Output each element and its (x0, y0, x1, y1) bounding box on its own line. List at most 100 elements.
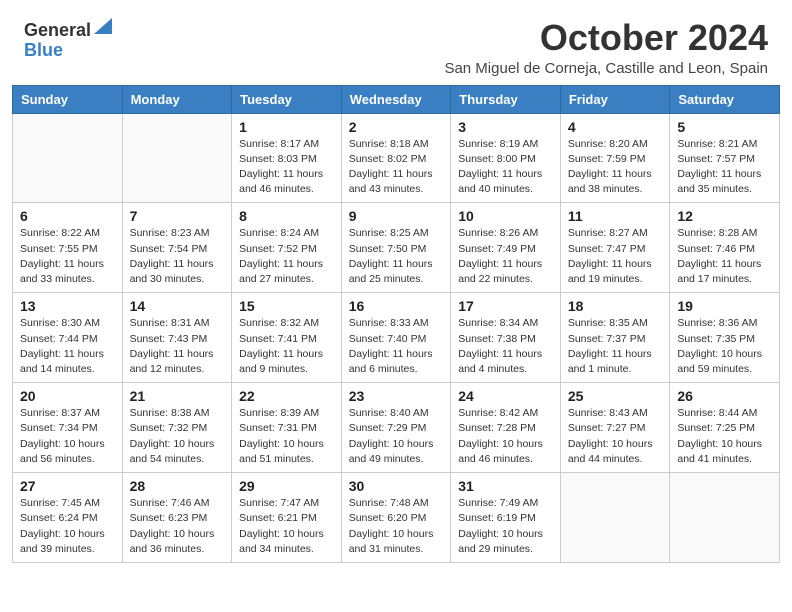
day-number: 5 (677, 119, 772, 135)
day-info: Sunrise: 8:42 AM Sunset: 7:28 PM Dayligh… (458, 406, 553, 467)
weekday-header-sunday: Sunday (13, 85, 123, 113)
calendar-cell: 3Sunrise: 8:19 AM Sunset: 8:00 PM Daylig… (451, 113, 561, 203)
calendar-cell: 18 Sunrise: 8:35 AM Sunset: 7:37 PM Dayli… (560, 293, 670, 383)
day-info: Sunrise: 8:21 AM Sunset: 7:57 PM Dayligh… (677, 137, 772, 198)
day-number: 27 (20, 478, 115, 494)
day-info: Sunrise: 8:34 AM Sunset: 7:38 PM Dayligh… (458, 316, 553, 377)
calendar-cell: 5 Sunrise: 8:21 AM Sunset: 7:57 PM Daylig… (670, 113, 780, 203)
day-number: 31 (458, 478, 553, 494)
day-info: Sunrise: 8:43 AM Sunset: 7:27 PM Dayligh… (568, 406, 663, 467)
day-info: Sunrise: 7:47 AM Sunset: 6:21 PM Dayligh… (239, 496, 334, 557)
day-number: 15 (239, 298, 334, 314)
day-info: Sunrise: 8:31 AM Sunset: 7:43 PM Dayligh… (130, 316, 225, 377)
month-title: October 2024 (444, 18, 768, 58)
calendar-week-row: 13 Sunrise: 8:30 AM Sunset: 7:44 PM Dayli… (13, 293, 780, 383)
calendar-cell (122, 113, 232, 203)
day-info: Sunrise: 7:45 AM Sunset: 6:24 PM Dayligh… (20, 496, 115, 557)
day-number: 6 (20, 208, 115, 224)
day-number: 9 (349, 208, 444, 224)
weekday-header-saturday: Saturday (670, 85, 780, 113)
logo-triangle-icon (94, 18, 112, 34)
day-info: Sunrise: 8:26 AM Sunset: 7:49 PM Dayligh… (458, 226, 553, 287)
logo-general-text: General (24, 21, 91, 39)
calendar-cell: 7Sunrise: 8:23 AM Sunset: 7:54 PM Daylig… (122, 203, 232, 293)
day-info: Sunrise: 8:24 AM Sunset: 7:52 PM Dayligh… (239, 226, 334, 287)
calendar-cell: 28 Sunrise: 7:46 AM Sunset: 6:23 PM Dayli… (122, 473, 232, 563)
day-number: 23 (349, 388, 444, 404)
calendar-cell: 17Sunrise: 8:34 AM Sunset: 7:38 PM Dayli… (451, 293, 561, 383)
calendar-cell: 19 Sunrise: 8:36 AM Sunset: 7:35 PM Dayli… (670, 293, 780, 383)
weekday-header-thursday: Thursday (451, 85, 561, 113)
calendar-cell: 9 Sunrise: 8:25 AM Sunset: 7:50 PM Daylig… (341, 203, 451, 293)
location-title: San Miguel de Corneja, Castille and Leon… (444, 60, 768, 77)
calendar-cell (670, 473, 780, 563)
day-info: Sunrise: 8:36 AM Sunset: 7:35 PM Dayligh… (677, 316, 772, 377)
day-info: Sunrise: 7:49 AM Sunset: 6:19 PM Dayligh… (458, 496, 553, 557)
day-info: Sunrise: 8:28 AM Sunset: 7:46 PM Dayligh… (677, 226, 772, 287)
calendar-cell: 8 Sunrise: 8:24 AM Sunset: 7:52 PM Daylig… (232, 203, 342, 293)
calendar-week-row: 6 Sunrise: 8:22 AM Sunset: 7:55 PM Daylig… (13, 203, 780, 293)
day-info: Sunrise: 8:19 AM Sunset: 8:00 PM Dayligh… (458, 137, 553, 198)
day-number: 22 (239, 388, 334, 404)
day-info: Sunrise: 8:27 AM Sunset: 7:47 PM Dayligh… (568, 226, 663, 287)
calendar-week-row: 27 Sunrise: 7:45 AM Sunset: 6:24 PM Dayli… (13, 473, 780, 563)
day-number: 21 (130, 388, 225, 404)
day-number: 18 (568, 298, 663, 314)
day-number: 14 (130, 298, 225, 314)
calendar-cell: 29 Sunrise: 7:47 AM Sunset: 6:21 PM Dayli… (232, 473, 342, 563)
day-info: Sunrise: 8:32 AM Sunset: 7:41 PM Dayligh… (239, 316, 334, 377)
calendar-cell: 11 Sunrise: 8:27 AM Sunset: 7:47 PM Dayli… (560, 203, 670, 293)
day-info: Sunrise: 7:46 AM Sunset: 6:23 PM Dayligh… (130, 496, 225, 557)
day-info: Sunrise: 8:38 AM Sunset: 7:32 PM Dayligh… (130, 406, 225, 467)
day-number: 20 (20, 388, 115, 404)
day-info: Sunrise: 8:18 AM Sunset: 8:02 PM Dayligh… (349, 137, 444, 198)
logo-blue-text: Blue (24, 41, 63, 59)
calendar-table: SundayMondayTuesdayWednesdayThursdayFrid… (12, 85, 780, 563)
weekday-header-row: SundayMondayTuesdayWednesdayThursdayFrid… (13, 85, 780, 113)
day-info: Sunrise: 8:35 AM Sunset: 7:37 PM Dayligh… (568, 316, 663, 377)
calendar-cell: 24Sunrise: 8:42 AM Sunset: 7:28 PM Dayli… (451, 383, 561, 473)
day-number: 2 (349, 119, 444, 135)
day-number: 25 (568, 388, 663, 404)
calendar-cell: 15 Sunrise: 8:32 AM Sunset: 7:41 PM Dayli… (232, 293, 342, 383)
day-info: Sunrise: 8:33 AM Sunset: 7:40 PM Dayligh… (349, 316, 444, 377)
day-info: Sunrise: 8:20 AM Sunset: 7:59 PM Dayligh… (568, 137, 663, 198)
calendar-cell: 16Sunrise: 8:33 AM Sunset: 7:40 PM Dayli… (341, 293, 451, 383)
day-number: 29 (239, 478, 334, 494)
day-number: 8 (239, 208, 334, 224)
calendar-cell: 1Sunrise: 8:17 AM Sunset: 8:03 PM Daylig… (232, 113, 342, 203)
day-info: Sunrise: 8:37 AM Sunset: 7:34 PM Dayligh… (20, 406, 115, 467)
calendar-cell: 13 Sunrise: 8:30 AM Sunset: 7:44 PM Dayli… (13, 293, 123, 383)
day-info: Sunrise: 8:44 AM Sunset: 7:25 PM Dayligh… (677, 406, 772, 467)
calendar-cell: 27 Sunrise: 7:45 AM Sunset: 6:24 PM Dayli… (13, 473, 123, 563)
day-number: 28 (130, 478, 225, 494)
calendar-week-row: 20 Sunrise: 8:37 AM Sunset: 7:34 PM Dayli… (13, 383, 780, 473)
day-info: Sunrise: 7:48 AM Sunset: 6:20 PM Dayligh… (349, 496, 444, 557)
day-number: 11 (568, 208, 663, 224)
weekday-header-monday: Monday (122, 85, 232, 113)
calendar-cell: 22 Sunrise: 8:39 AM Sunset: 7:31 PM Dayli… (232, 383, 342, 473)
day-info: Sunrise: 8:30 AM Sunset: 7:44 PM Dayligh… (20, 316, 115, 377)
calendar-cell: 6 Sunrise: 8:22 AM Sunset: 7:55 PM Daylig… (13, 203, 123, 293)
day-info: Sunrise: 8:25 AM Sunset: 7:50 PM Dayligh… (349, 226, 444, 287)
calendar-cell: 21 Sunrise: 8:38 AM Sunset: 7:32 PM Dayli… (122, 383, 232, 473)
calendar-cell: 4 Sunrise: 8:20 AM Sunset: 7:59 PM Daylig… (560, 113, 670, 203)
calendar-cell (13, 113, 123, 203)
day-number: 1 (239, 119, 334, 135)
day-info: Sunrise: 8:22 AM Sunset: 7:55 PM Dayligh… (20, 226, 115, 287)
calendar-cell: 10 Sunrise: 8:26 AM Sunset: 7:49 PM Dayli… (451, 203, 561, 293)
calendar-cell: 25 Sunrise: 8:43 AM Sunset: 7:27 PM Dayli… (560, 383, 670, 473)
day-number: 26 (677, 388, 772, 404)
day-number: 10 (458, 208, 553, 224)
day-number: 4 (568, 119, 663, 135)
calendar-cell: 12Sunrise: 8:28 AM Sunset: 7:46 PM Dayli… (670, 203, 780, 293)
weekday-header-wednesday: Wednesday (341, 85, 451, 113)
day-number: 19 (677, 298, 772, 314)
day-info: Sunrise: 8:23 AM Sunset: 7:54 PM Dayligh… (130, 226, 225, 287)
day-number: 13 (20, 298, 115, 314)
day-info: Sunrise: 8:39 AM Sunset: 7:31 PM Dayligh… (239, 406, 334, 467)
calendar-cell: 23Sunrise: 8:40 AM Sunset: 7:29 PM Dayli… (341, 383, 451, 473)
weekday-header-friday: Friday (560, 85, 670, 113)
calendar-cell: 26 Sunrise: 8:44 AM Sunset: 7:25 PM Dayli… (670, 383, 780, 473)
page-header: General Blue October 2024 San Miguel de … (0, 0, 792, 85)
